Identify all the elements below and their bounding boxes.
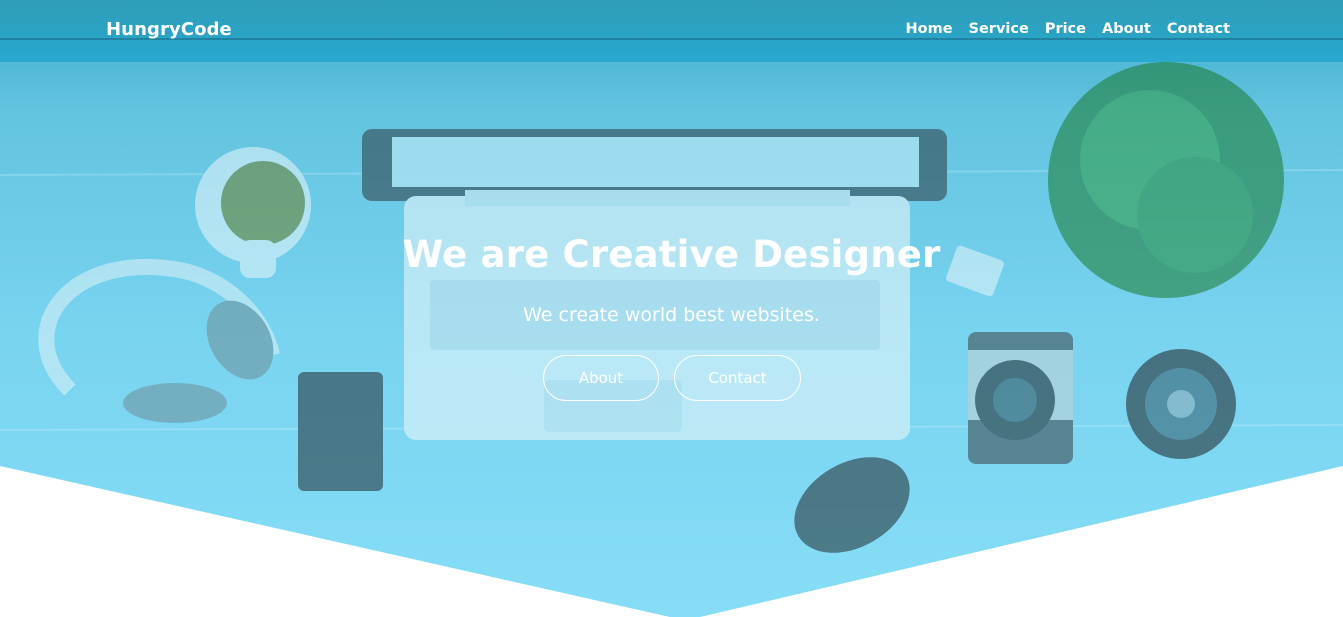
- contact-button[interactable]: Contact: [674, 355, 801, 401]
- nav-item-service[interactable]: Service: [969, 21, 1029, 37]
- nav-item-about[interactable]: About: [1102, 21, 1151, 37]
- hero-buttons: About Contact: [543, 355, 801, 401]
- hero-subtitle: We create world best websites.: [523, 304, 820, 326]
- nav-item-price[interactable]: Price: [1045, 21, 1086, 37]
- about-button[interactable]: About: [543, 355, 659, 401]
- smartphone-icon: [298, 372, 383, 491]
- nav-item-home[interactable]: Home: [905, 21, 952, 37]
- brand-logo[interactable]: HungryCode: [106, 19, 232, 40]
- camera-icon: [968, 332, 1073, 464]
- hero-title: We are Creative Designer: [402, 233, 941, 276]
- lens-icon: [1126, 349, 1236, 459]
- top-navigation-bar: HungryCode Home Service Price About Cont…: [0, 0, 1343, 62]
- mouse-icon: [794, 457, 910, 553]
- nav-item-contact[interactable]: Contact: [1167, 21, 1230, 37]
- main-nav: Home Service Price About Contact: [905, 21, 1230, 37]
- headphones-icon: [38, 258, 280, 423]
